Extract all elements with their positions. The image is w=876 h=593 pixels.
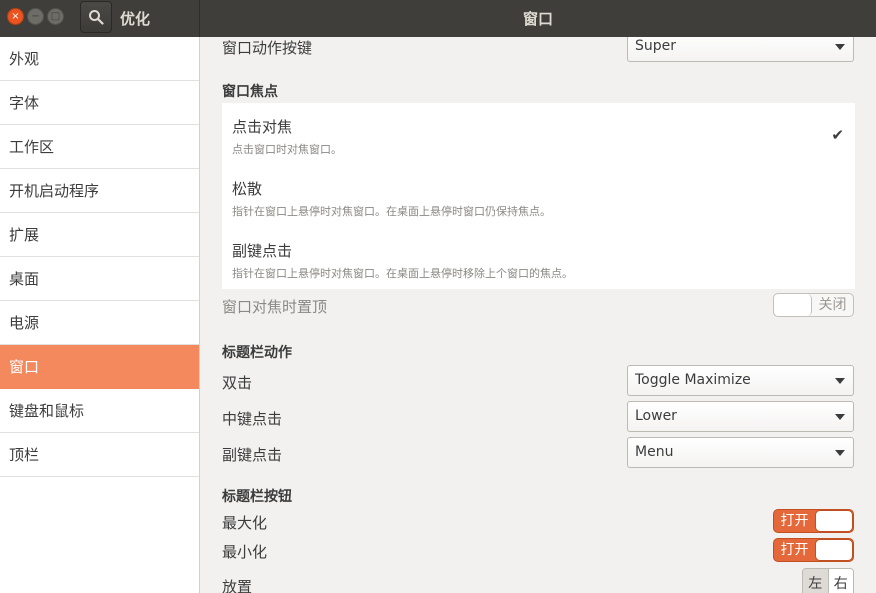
search-button[interactable] bbox=[80, 1, 112, 33]
main-panel: 窗口动作按键 Super 窗口焦点 点击对焦 点击窗口时对焦窗口。 ✔ 松散 指… bbox=[200, 37, 876, 593]
switch-state-label: 打开 bbox=[780, 513, 809, 529]
maximize-window-button[interactable]: □ bbox=[47, 8, 64, 25]
sidebar-item-power[interactable]: 电源 bbox=[0, 301, 199, 345]
search-icon bbox=[89, 10, 104, 25]
middle-click-value: Lower bbox=[635, 408, 677, 424]
focus-option-title: 副键点击 bbox=[232, 242, 293, 260]
sidebar-item-startup-applications[interactable]: 开机启动程序 bbox=[0, 169, 199, 213]
focus-option-title: 松散 bbox=[232, 180, 263, 198]
titlebar-actions-title: 标题栏动作 bbox=[222, 345, 292, 361]
minimize-window-button[interactable]: − bbox=[27, 8, 44, 25]
raise-on-focus-label: 窗口对焦时置顶 bbox=[222, 298, 328, 316]
secondary-click-value: Menu bbox=[635, 444, 674, 460]
placement-label: 放置 bbox=[222, 578, 253, 593]
title-bar-left: × − □ 优化 bbox=[0, 0, 200, 37]
sidebar-item-keyboard-mouse[interactable]: 键盘和鼠标 bbox=[0, 389, 199, 433]
close-icon: × bbox=[11, 10, 20, 22]
secondary-click-select[interactable]: Menu bbox=[627, 437, 854, 468]
chevron-down-icon bbox=[835, 450, 845, 456]
placement-left-button[interactable]: 左 bbox=[803, 569, 828, 593]
sidebar-item-appearance[interactable]: 外观 bbox=[0, 37, 199, 81]
focus-option-secondary-click[interactable]: 副键点击 指针在窗口上悬停时对焦窗口。在桌面上悬停时移除上个窗口的焦点。 bbox=[232, 240, 573, 281]
titlebar-buttons-title: 标题栏按钮 bbox=[222, 489, 292, 505]
close-window-button[interactable]: × bbox=[7, 8, 24, 25]
switch-state-label: 打开 bbox=[780, 542, 809, 558]
maximize-label: 最大化 bbox=[222, 514, 268, 532]
title-bar: × − □ 优化 窗口 bbox=[0, 0, 876, 37]
sidebar-item-desktop[interactable]: 桌面 bbox=[0, 257, 199, 301]
minimize-label: 最小化 bbox=[222, 543, 268, 561]
minimize-switch[interactable]: 打开 bbox=[773, 538, 854, 562]
window-title: 窗口 bbox=[522, 10, 553, 28]
secondary-click-label: 副键点击 bbox=[222, 446, 283, 464]
checkmark-icon: ✔ bbox=[831, 126, 844, 144]
switch-knob bbox=[774, 294, 812, 316]
focus-option-title: 点击对焦 bbox=[232, 118, 293, 136]
focus-mode-list: 点击对焦 点击窗口时对焦窗口。 ✔ 松散 指针在窗口上悬停时对焦窗口。在桌面上悬… bbox=[222, 103, 855, 289]
sidebar-item-workspaces[interactable]: 工作区 bbox=[0, 125, 199, 169]
focus-option-desc: 指针在窗口上悬停时对焦窗口。在桌面上悬停时窗口仍保持焦点。 bbox=[232, 205, 551, 218]
focus-option-click[interactable]: 点击对焦 点击窗口时对焦窗口。 bbox=[232, 116, 342, 157]
switch-knob bbox=[815, 510, 853, 532]
action-key-value: Super bbox=[635, 38, 677, 54]
maximize-switch[interactable]: 打开 bbox=[773, 509, 854, 533]
middle-click-label: 中键点击 bbox=[222, 410, 283, 428]
focus-option-desc: 点击窗口时对焦窗口。 bbox=[232, 143, 342, 156]
switch-state-label: 关闭 bbox=[818, 297, 847, 313]
placement-toggle: 左 右 bbox=[802, 568, 854, 593]
placement-right-button[interactable]: 右 bbox=[827, 569, 853, 593]
raise-on-focus-switch[interactable]: 关闭 bbox=[773, 293, 854, 317]
double-click-label: 双击 bbox=[222, 374, 253, 392]
sidebar-item-top-bar[interactable]: 顶栏 bbox=[0, 433, 199, 477]
sidebar-item-fonts[interactable]: 字体 bbox=[0, 81, 199, 125]
minimize-icon: − bbox=[31, 10, 40, 22]
sidebar-item-windows[interactable]: 窗口 bbox=[0, 345, 199, 389]
sidebar: 外观 字体 工作区 开机启动程序 扩展 桌面 电源 窗口 键盘和鼠标 顶栏 bbox=[0, 37, 200, 593]
maximize-icon: □ bbox=[50, 10, 61, 22]
chevron-down-icon bbox=[835, 378, 845, 384]
switch-knob bbox=[815, 539, 853, 561]
sidebar-item-extensions[interactable]: 扩展 bbox=[0, 213, 199, 257]
double-click-select[interactable]: Toggle Maximize bbox=[627, 365, 854, 396]
chevron-down-icon bbox=[835, 414, 845, 420]
middle-click-select[interactable]: Lower bbox=[627, 401, 854, 432]
chevron-down-icon bbox=[835, 44, 845, 50]
focus-option-desc: 指针在窗口上悬停时对焦窗口。在桌面上悬停时移除上个窗口的焦点。 bbox=[232, 267, 573, 280]
action-key-label: 窗口动作按键 bbox=[222, 39, 313, 57]
action-key-select[interactable]: Super bbox=[627, 37, 854, 62]
focus-option-sloppy[interactable]: 松散 指针在窗口上悬停时对焦窗口。在桌面上悬停时窗口仍保持焦点。 bbox=[232, 178, 551, 219]
focus-section-title: 窗口焦点 bbox=[222, 84, 278, 100]
app-title: 优化 bbox=[120, 10, 151, 28]
double-click-value: Toggle Maximize bbox=[635, 372, 751, 388]
